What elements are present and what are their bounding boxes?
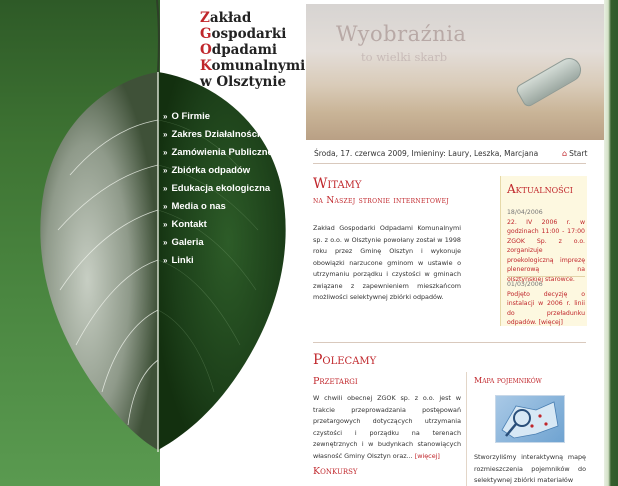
nav-item-edukacja-ekologiczna[interactable]: » Edukacja ekologiczna bbox=[163, 183, 293, 201]
chevron-right-icon: » bbox=[163, 112, 168, 121]
map-body: Stworzyliśmy interaktywną mapę rozmieszc… bbox=[474, 453, 586, 484]
nav-item-o-firmie[interactable]: » O Firmie bbox=[163, 111, 293, 129]
nav-item-zakres-dzialalnosci[interactable]: » Zakres Działalności bbox=[163, 129, 293, 147]
news-date: 01/03/2006 bbox=[507, 281, 543, 288]
welcome-subtitle: na Naszej stronie internetowej bbox=[313, 196, 450, 206]
contests-title[interactable]: Konkursy bbox=[313, 466, 358, 477]
tenders-title[interactable]: Przetargi bbox=[313, 376, 358, 387]
chevron-right-icon: » bbox=[163, 256, 168, 265]
home-icon: ⌂ bbox=[562, 149, 568, 158]
nav-item-linki[interactable]: » Linki bbox=[163, 255, 293, 273]
chevron-right-icon: » bbox=[163, 184, 168, 193]
news-title: Aktualności bbox=[507, 182, 573, 196]
news-date: 18/04/2006 bbox=[507, 209, 543, 216]
nav-item-kontakt[interactable]: » Kontakt bbox=[163, 219, 293, 237]
nav-item-zamowienia-publiczne[interactable]: » Zamówienia Publiczne bbox=[163, 147, 293, 165]
banner-subtitle: to wielki skarb bbox=[361, 50, 448, 64]
main-navigation: » O Firmie » Zakres Działalności » Zamówien… bbox=[163, 111, 293, 273]
recommend-title: Polecamy bbox=[313, 352, 377, 368]
company-logo[interactable]: Zakład Gospodarki Odpadami Komunalnymi w… bbox=[200, 10, 305, 90]
chevron-right-icon: » bbox=[163, 202, 168, 211]
nav-item-media-o-nas[interactable]: » Media o nas bbox=[163, 201, 293, 219]
nav-item-zbiorka-odpadow[interactable]: » Zbiórka odpadów bbox=[163, 165, 293, 183]
news-divider bbox=[507, 276, 585, 277]
banner-title: Wyobraźnia bbox=[336, 22, 467, 46]
news-more-link[interactable]: [więcej] bbox=[539, 319, 563, 326]
divider bbox=[313, 342, 586, 343]
news-item[interactable]: 18/04/2006 22. IV 2006 r. w godzinach 11… bbox=[507, 208, 585, 284]
map-title[interactable]: Mapa pojemników bbox=[474, 376, 542, 385]
tenders-more-link[interactable]: [więcej] bbox=[415, 452, 440, 460]
chevron-right-icon: » bbox=[163, 166, 168, 175]
tenders-body: W chwili obecnej ZGOK sp. z o.o. jest w … bbox=[313, 394, 461, 460]
logo-line: Komunalnymi bbox=[200, 58, 306, 74]
bottle-image bbox=[514, 53, 586, 109]
header-banner: Wyobraźnia to wielki skarb bbox=[306, 4, 604, 140]
right-border-stripe bbox=[604, 0, 618, 486]
chevron-right-icon: » bbox=[163, 220, 168, 229]
logo-line: Gospodarki bbox=[200, 26, 287, 42]
news-item[interactable]: 01/03/2006 Podjęto decyzję o instalacji … bbox=[507, 280, 585, 328]
chevron-right-icon: » bbox=[163, 148, 168, 157]
divider bbox=[313, 163, 586, 164]
welcome-body: Zakład Gospodarki Odpadami Komunalnymi s… bbox=[313, 224, 461, 301]
logo-line: w Olsztynie bbox=[200, 74, 287, 90]
logo-line: Zakład bbox=[200, 10, 252, 26]
container-map-image[interactable] bbox=[495, 395, 565, 443]
chevron-right-icon: » bbox=[163, 238, 168, 247]
logo-line: Odpadami bbox=[200, 42, 277, 58]
date-nameday-text: Środa, 17. czerwca 2009, Imieniny: Laury… bbox=[314, 149, 539, 158]
start-link[interactable]: ⌂ Start bbox=[562, 149, 587, 158]
news-text: 22. IV 2006 r. w godzinach 11:00 - 17:00… bbox=[507, 218, 585, 283]
nav-item-galeria[interactable]: » Galeria bbox=[163, 237, 293, 255]
chevron-right-icon: » bbox=[163, 130, 168, 139]
column-divider bbox=[466, 372, 467, 486]
news-box: Aktualności 18/04/2006 22. IV 2006 r. w … bbox=[500, 176, 587, 326]
page: Zakład Gospodarki Odpadami Komunalnymi w… bbox=[0, 0, 618, 486]
welcome-title: Witamy bbox=[313, 176, 362, 192]
